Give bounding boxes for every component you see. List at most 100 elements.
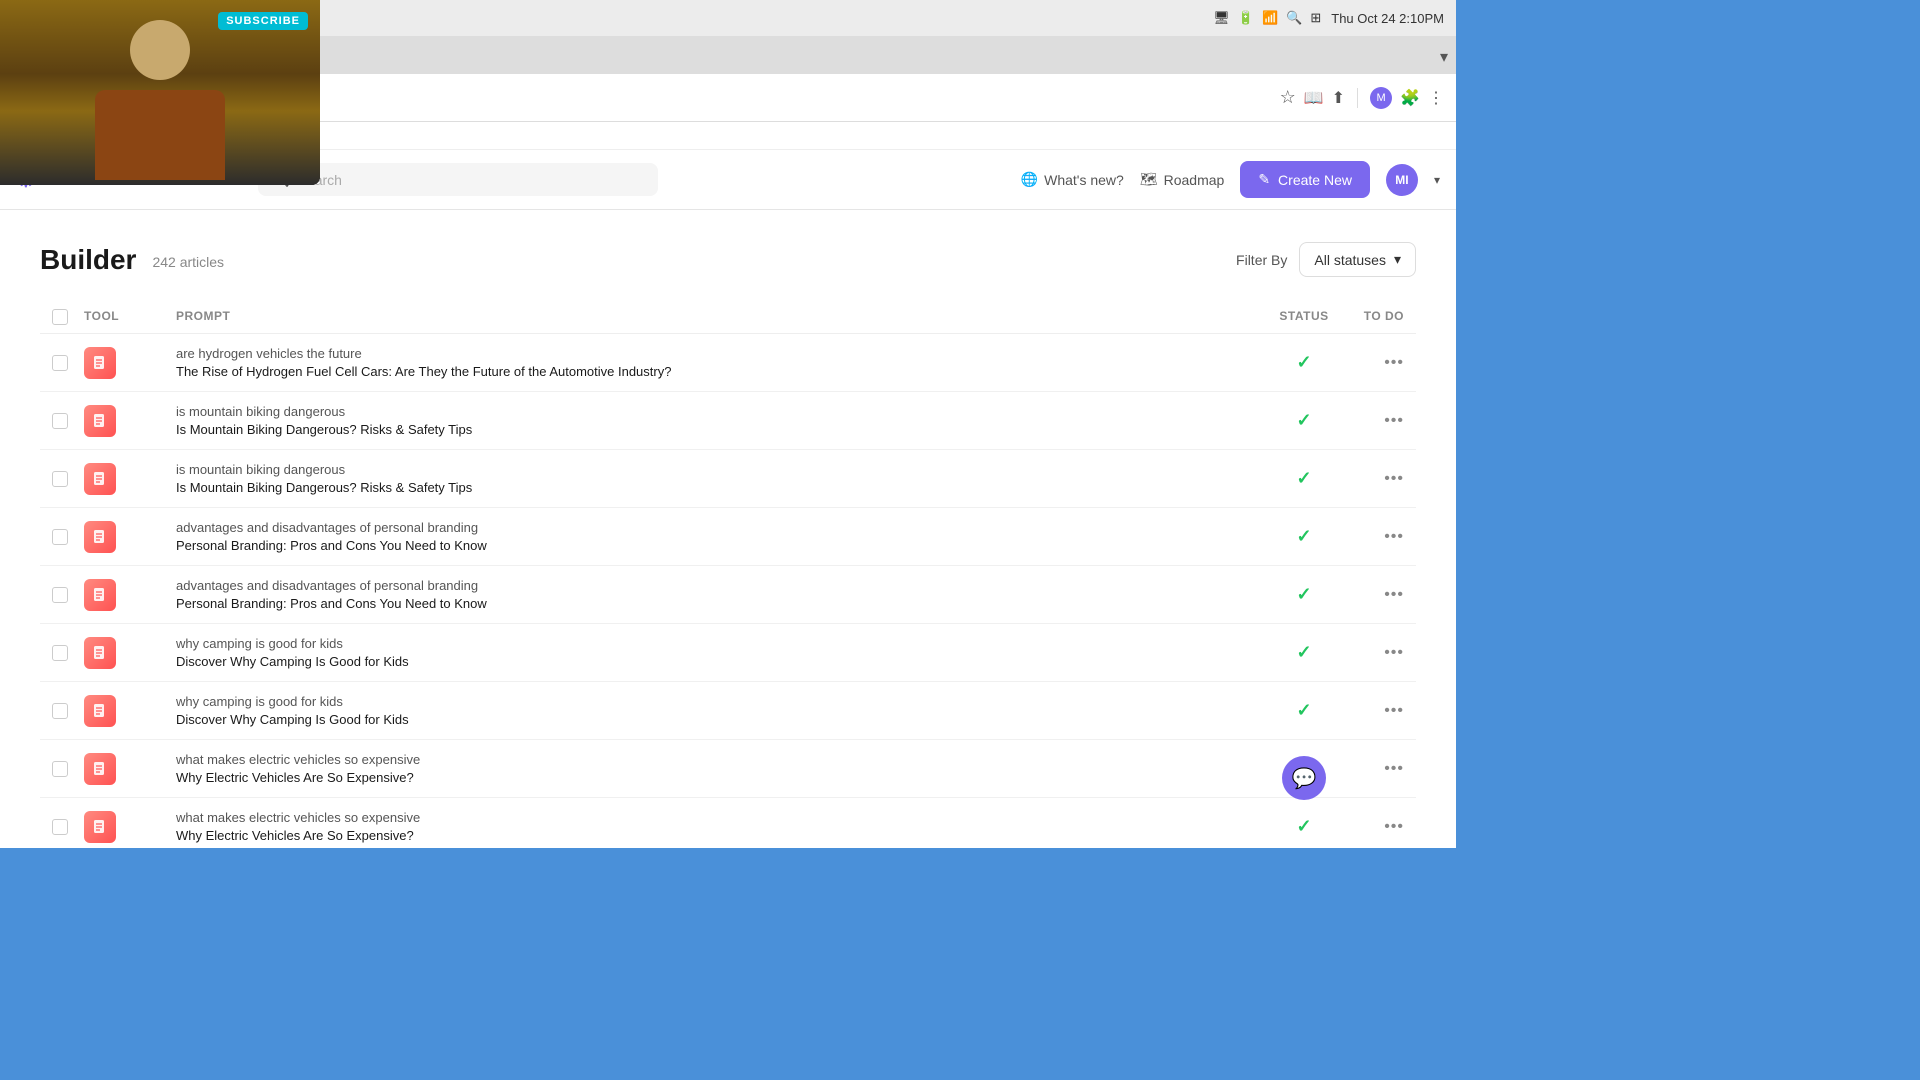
more-options-icon-6[interactable]: •••	[1384, 702, 1404, 720]
header-todo: TO DO	[1344, 309, 1404, 325]
chat-widget[interactable]: 💬	[1282, 756, 1326, 800]
user-avatar[interactable]: MI	[1386, 164, 1418, 196]
row-checkbox-8[interactable]	[52, 819, 68, 835]
more-options-icon-3[interactable]: •••	[1384, 528, 1404, 546]
row-tool-icon-cell	[84, 753, 164, 785]
table-row[interactable]: is mountain biking dangerous Is Mountain…	[40, 392, 1416, 450]
status-checkmark-icon-8: ✓	[1296, 816, 1311, 837]
row-todo-0[interactable]: •••	[1344, 354, 1404, 372]
profile-icon[interactable]: M	[1370, 87, 1392, 109]
table-row[interactable]: why camping is good for kids Discover Wh…	[40, 624, 1416, 682]
row-prompt-title-6: why camping is good for kids	[176, 694, 1252, 709]
row-status-4: ✓	[1264, 584, 1344, 605]
table-row[interactable]: what makes electric vehicles so expensiv…	[40, 798, 1416, 848]
row-checkbox-7[interactable]	[52, 761, 68, 777]
share-icon[interactable]: ⬆	[1332, 88, 1345, 108]
tool-icon-3	[84, 521, 116, 553]
more-options-icon-2[interactable]: •••	[1384, 470, 1404, 488]
subscribe-badge: SUBSCRIBE	[218, 12, 308, 30]
row-prompt-subtitle-7: Why Electric Vehicles Are So Expensive?	[176, 770, 1252, 785]
wifi-icon: 📶	[1262, 10, 1278, 26]
row-prompt-title-4: advantages and disadvantages of personal…	[176, 578, 1252, 593]
more-options-icon-4[interactable]: •••	[1384, 586, 1404, 604]
row-prompt-title-0: are hydrogen vehicles the future	[176, 346, 1252, 361]
main-content: Builder 242 articles Filter By All statu…	[0, 210, 1456, 848]
row-prompt-title-8: what makes electric vehicles so expensiv…	[176, 810, 1252, 825]
row-checkbox-cell	[52, 761, 84, 777]
row-tool-icon-cell	[84, 695, 164, 727]
row-status-0: ✓	[1264, 352, 1344, 373]
table-row[interactable]: is mountain biking dangerous Is Mountain…	[40, 450, 1416, 508]
status-checkmark-icon-4: ✓	[1296, 584, 1311, 605]
more-options-icon-0[interactable]: •••	[1384, 354, 1404, 372]
more-options-icon-5[interactable]: •••	[1384, 644, 1404, 662]
row-todo-7[interactable]: •••	[1344, 760, 1404, 778]
row-status-2: ✓	[1264, 468, 1344, 489]
row-checkbox-5[interactable]	[52, 645, 68, 661]
table-row[interactable]: advantages and disadvantages of personal…	[40, 508, 1416, 566]
row-checkbox-0[interactable]	[52, 355, 68, 371]
row-status-1: ✓	[1264, 410, 1344, 431]
row-checkbox-4[interactable]	[52, 587, 68, 603]
table-row[interactable]: are hydrogen vehicles the future The Ris…	[40, 334, 1416, 392]
row-prompt-col-5: why camping is good for kids Discover Wh…	[164, 636, 1264, 669]
filter-area: Filter By All statuses ▾	[1236, 242, 1416, 277]
row-prompt-subtitle-6: Discover Why Camping Is Good for Kids	[176, 712, 1252, 727]
row-prompt-col-2: is mountain biking dangerous Is Mountain…	[164, 462, 1264, 495]
row-checkbox-cell	[52, 355, 84, 371]
extensions-icon[interactable]: 🧩	[1400, 88, 1420, 108]
table-row[interactable]: what makes electric vehicles so expensiv…	[40, 740, 1416, 798]
create-new-button[interactable]: ✎ Create New	[1240, 161, 1370, 198]
tool-icon-1	[84, 405, 116, 437]
row-prompt-col-8: what makes electric vehicles so expensiv…	[164, 810, 1264, 843]
row-todo-4[interactable]: •••	[1344, 586, 1404, 604]
row-prompt-col-0: are hydrogen vehicles the future The Ris…	[164, 346, 1264, 379]
filter-dropdown[interactable]: All statuses ▾	[1299, 242, 1416, 277]
create-new-label: Create New	[1278, 172, 1352, 188]
search-system-icon[interactable]: 🔍	[1286, 10, 1302, 26]
row-todo-2[interactable]: •••	[1344, 470, 1404, 488]
table-row[interactable]: advantages and disadvantages of personal…	[40, 566, 1416, 624]
row-checkbox-2[interactable]	[52, 471, 68, 487]
table-row[interactable]: why camping is good for kids Discover Wh…	[40, 682, 1416, 740]
row-prompt-subtitle-0: The Rise of Hydrogen Fuel Cell Cars: Are…	[176, 364, 1252, 379]
user-chevron-icon[interactable]: ▾	[1434, 173, 1440, 187]
row-todo-1[interactable]: •••	[1344, 412, 1404, 430]
whats-new-button[interactable]: 🌐 What's new?	[1021, 171, 1124, 188]
chat-icon: 💬	[1292, 766, 1317, 791]
filter-chevron-icon: ▾	[1394, 251, 1401, 268]
datetime: Thu Oct 24 2:10PM	[1331, 11, 1444, 26]
row-checkbox-6[interactable]	[52, 703, 68, 719]
more-options-icon-1[interactable]: •••	[1384, 412, 1404, 430]
status-checkmark-icon-2: ✓	[1296, 468, 1311, 489]
tab-bar-dropdown[interactable]: ▾	[1440, 47, 1448, 67]
webcam-video: SUBSCRIBE	[0, 0, 320, 185]
page-title: Builder	[40, 244, 136, 276]
reader-mode-icon[interactable]: 📖	[1304, 88, 1324, 108]
roadmap-button[interactable]: 🗺 Roadmap	[1140, 171, 1224, 188]
roadmap-label: Roadmap	[1164, 172, 1225, 188]
row-checkbox-1[interactable]	[52, 413, 68, 429]
whats-new-icon: 🌐	[1021, 171, 1038, 188]
tool-icon-6	[84, 695, 116, 727]
row-prompt-title-2: is mountain biking dangerous	[176, 462, 1252, 477]
row-todo-3[interactable]: •••	[1344, 528, 1404, 546]
more-options-icon-7[interactable]: •••	[1384, 760, 1404, 778]
row-checkbox-cell	[52, 471, 84, 487]
control-center-icon[interactable]: ⊞	[1310, 10, 1321, 26]
bookmark-star-icon[interactable]: ☆	[1280, 87, 1296, 108]
row-tool-icon-cell	[84, 405, 164, 437]
row-checkbox-cell	[52, 819, 84, 835]
menu-icon[interactable]: ⋮	[1428, 88, 1444, 108]
status-checkmark-icon-6: ✓	[1296, 700, 1311, 721]
whats-new-label: What's new?	[1044, 172, 1124, 188]
row-prompt-title-7: what makes electric vehicles so expensiv…	[176, 752, 1252, 767]
nav-right: 🌐 What's new? 🗺 Roadmap ✎ Create New MI …	[1021, 161, 1440, 198]
row-status-6: ✓	[1264, 700, 1344, 721]
row-todo-8[interactable]: •••	[1344, 818, 1404, 836]
more-options-icon-8[interactable]: •••	[1384, 818, 1404, 836]
row-todo-5[interactable]: •••	[1344, 644, 1404, 662]
select-all-checkbox[interactable]	[52, 309, 68, 325]
row-todo-6[interactable]: •••	[1344, 702, 1404, 720]
row-checkbox-3[interactable]	[52, 529, 68, 545]
